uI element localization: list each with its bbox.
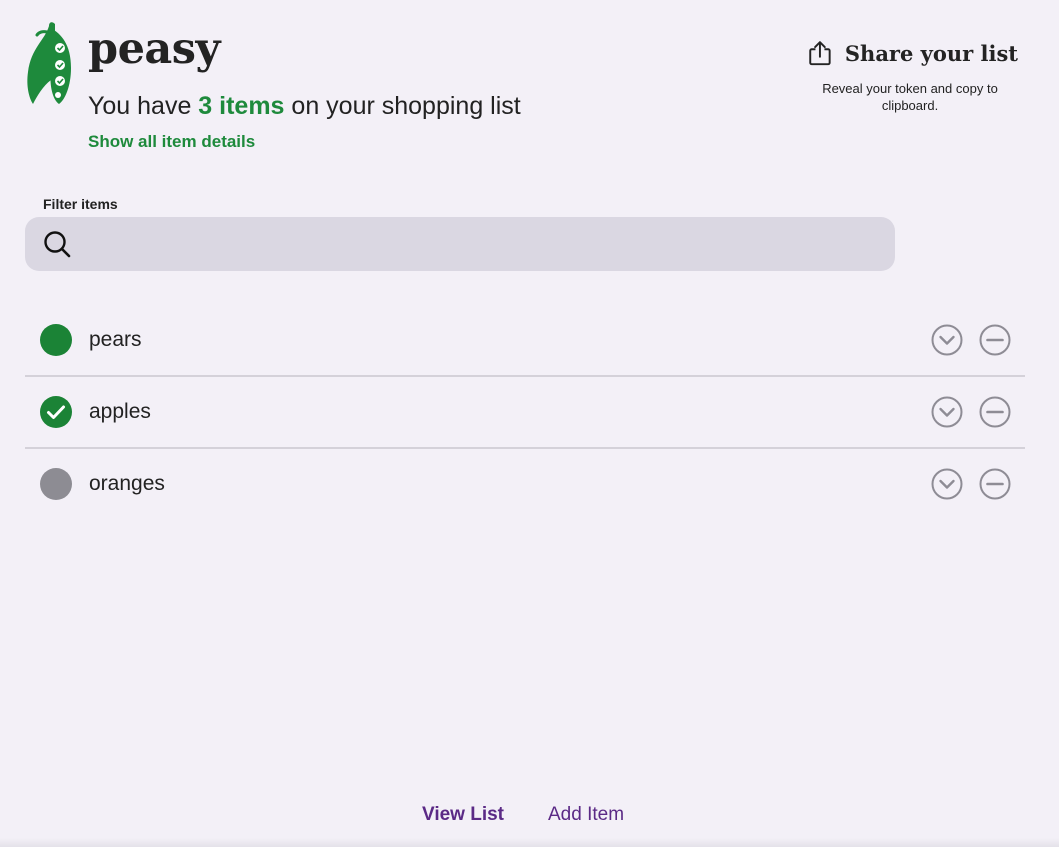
item-name: pears xyxy=(89,328,142,351)
item-count: 3 items xyxy=(198,92,285,120)
list-summary: You have 3 items on your shopping list xyxy=(88,92,521,121)
item-status-toggle[interactable] xyxy=(40,324,72,356)
list-item: apples xyxy=(25,377,1025,449)
filter-label: Filter items xyxy=(43,196,118,212)
unchecked-circle-icon xyxy=(40,324,72,356)
minus-circle-icon xyxy=(979,324,1011,356)
summary-prefix: You have xyxy=(88,92,199,120)
remove-item-button[interactable] xyxy=(979,396,1011,428)
expand-item-button[interactable] xyxy=(931,396,963,428)
item-name: oranges xyxy=(89,472,165,495)
remove-item-button[interactable] xyxy=(979,324,1011,356)
summary-suffix: on your shopping list xyxy=(284,92,521,120)
expand-item-button[interactable] xyxy=(931,324,963,356)
share-description: Reveal your token and copy to clipboard. xyxy=(822,81,998,113)
remove-item-button[interactable] xyxy=(979,468,1011,500)
peasy-logo xyxy=(25,20,75,111)
chevron-down-icon xyxy=(931,396,963,428)
filter-input[interactable] xyxy=(95,225,879,265)
search-icon xyxy=(44,231,71,258)
shopping-list: pears apples oranges xyxy=(25,305,1025,519)
minus-circle-icon xyxy=(979,468,1011,500)
share-icon xyxy=(809,41,831,66)
nav-add-item[interactable]: Add Item xyxy=(548,804,624,826)
expand-item-button[interactable] xyxy=(931,468,963,500)
chevron-down-icon xyxy=(931,468,963,500)
bottom-divider xyxy=(0,838,1059,847)
brand-name: peasy xyxy=(88,24,220,74)
list-item: pears xyxy=(25,305,1025,377)
item-status-toggle[interactable] xyxy=(40,396,72,428)
inactive-circle-icon xyxy=(40,468,72,500)
item-name: apples xyxy=(89,400,151,423)
pea-pod-icon xyxy=(27,22,71,104)
minus-circle-icon xyxy=(979,396,1011,428)
share-title: Share your list xyxy=(844,40,1018,66)
filter-field[interactable] xyxy=(25,217,895,271)
chevron-down-icon xyxy=(931,324,963,356)
item-status-toggle[interactable] xyxy=(40,468,72,500)
nav-view-list[interactable]: View List xyxy=(422,804,504,826)
share-list-button[interactable]: Share your list xyxy=(808,36,1018,70)
checkmark-circle-icon xyxy=(40,396,72,428)
share-panel: Share your list Reveal your token and co… xyxy=(808,36,1018,114)
list-item: oranges xyxy=(25,449,1025,519)
show-all-details-link[interactable]: Show all item details xyxy=(88,132,255,152)
